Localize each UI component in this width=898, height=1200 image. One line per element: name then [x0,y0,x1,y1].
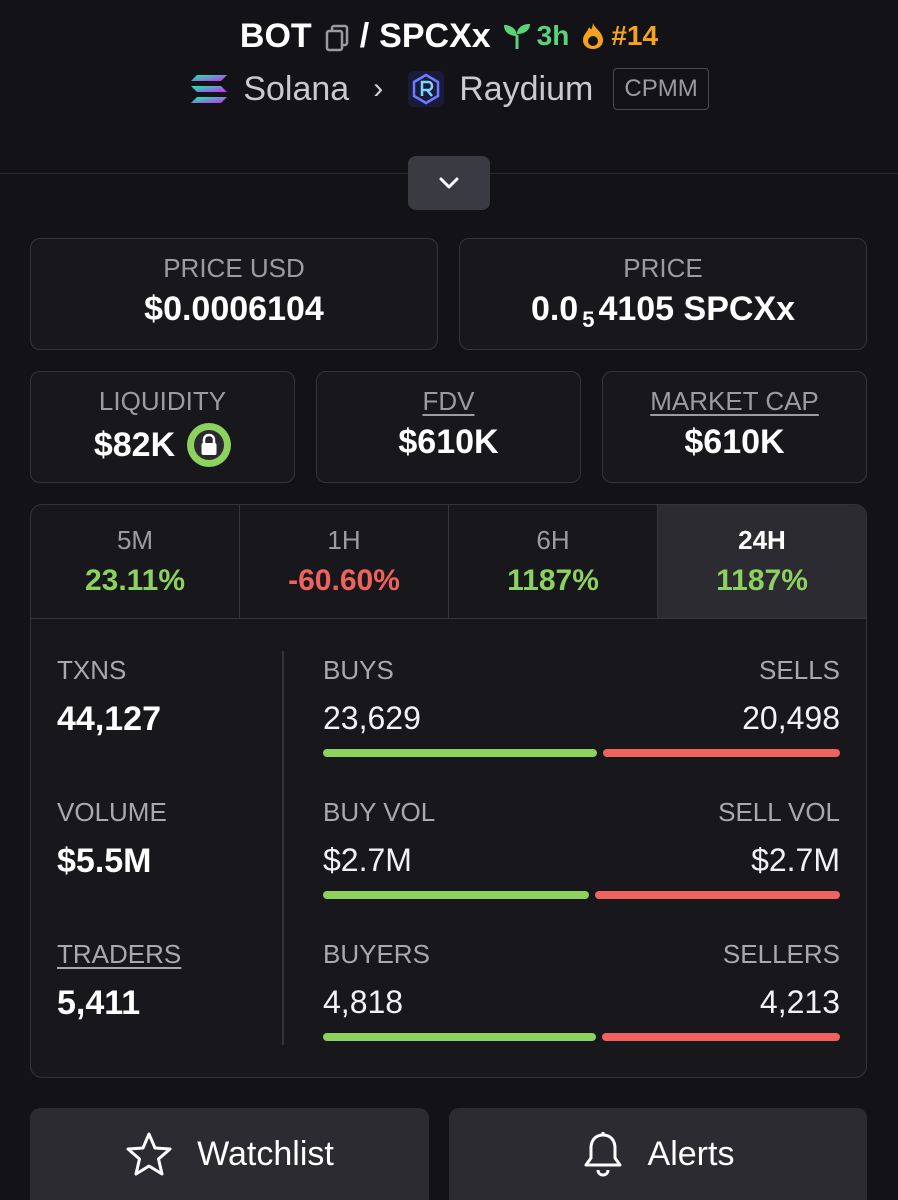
traders-value: 5,411 [57,984,141,1022]
alerts-label: Alerts [647,1134,735,1173]
bell-icon [584,1132,622,1177]
txns-value: 44,127 [57,700,161,738]
price-usd-card: PRICE USD $0.0006104 [30,238,438,350]
buyers-value: 4,818 [323,984,404,1020]
tab-change: 1187% [716,564,808,597]
tab-5m[interactable]: 5M 23.11% [31,505,240,618]
tab-label: 1H [327,525,361,555]
buys-sells-bar [323,749,840,757]
buy-vol-value: $2.7M [323,842,412,878]
timeframe-tabs: 5M 23.11% 1H -60.60% 6H 1187% 24H 1187% [31,505,866,619]
buy-vol-label: BUY VOL [323,797,436,827]
buyers-bar [323,1033,596,1041]
price-native-card: PRICE 0.0 5 4105 SPCXx [459,238,867,350]
market-cap-value: $610K [684,423,785,461]
pool-type-badge: CPMM [613,68,709,110]
buyers-sellers-row: BUYERS SELLERS 4,818 4,213 [323,939,840,1077]
fdv-value: $610K [398,423,499,461]
buys-sells-row: BUYS SELLS 23,629 20,498 [323,655,840,797]
totals-column: TXNS 44,127 VOLUME $5.5M TRADERS 5,411 [57,655,277,1077]
volume-stat: VOLUME $5.5M [57,797,277,939]
price-native-zero-count: 5 [582,306,595,332]
star-icon [126,1132,172,1176]
copy-icon[interactable] [324,22,350,52]
sell-vol-label: SELL VOL [718,797,840,827]
quote-token-symbol[interactable]: SPCXx [379,17,491,56]
dex-name[interactable]: Raydium [459,70,593,109]
liquidity-label: LIQUIDITY [98,386,227,416]
sell-vol-value: $2.7M [751,842,840,878]
alerts-button[interactable]: Alerts [449,1108,867,1200]
sells-label: SELLS [759,655,840,685]
tab-label: 6H [536,525,570,555]
column-divider [282,651,284,1045]
sells-bar [603,749,840,757]
tab-label: 24H [738,525,786,555]
traders-label[interactable]: TRADERS [57,939,277,970]
raydium-icon [408,71,445,107]
pair-age: 3h [501,20,570,52]
tab-1h[interactable]: 1H -60.60% [240,505,449,618]
buyers-sellers-bar [323,1033,840,1041]
tab-change: 1187% [507,564,599,597]
chain-dex-row: Solana › Raydium CPMM [0,66,898,112]
solana-icon [191,75,228,103]
price-native-value: 0.0 5 4105 SPCXx [460,290,866,332]
market-cap-card: MARKET CAP $610K [602,371,867,483]
price-native-prefix: 0.0 [530,290,579,328]
sellers-value: 4,213 [759,984,840,1020]
base-token-symbol[interactable]: BOT [240,17,312,56]
buy-sell-column: BUYS SELLS 23,629 20,498 BUY VOL SELL VO… [323,655,840,1077]
tab-change: -60.60% [288,564,400,597]
tab-label: 5M [116,525,154,555]
chain-name[interactable]: Solana [243,70,349,109]
sell-vol-bar [595,891,840,899]
pair-title-row: BOT / SPCXx 3h #14 [0,14,898,58]
tab-24h[interactable]: 24H 1187% [658,505,866,618]
sellers-label: SELLERS [722,939,840,969]
chevron-right-icon: › [373,72,384,105]
trending-rank[interactable]: #14 [579,20,658,52]
pair-separator: / [359,16,370,55]
traders-stat: TRADERS 5,411 [57,939,277,1077]
expand-button[interactable] [408,156,490,210]
market-cap-label[interactable]: MARKET CAP [603,386,866,417]
txns-stat: TXNS 44,127 [57,655,277,797]
sellers-bar [602,1033,840,1041]
watchlist-button[interactable]: Watchlist [30,1108,429,1200]
price-native-suffix: 4105 SPCXx [598,290,796,328]
price-usd-label: PRICE USD [163,253,305,283]
buyers-label: BUYERS [323,939,430,969]
tab-6h[interactable]: 6H 1187% [449,505,658,618]
buys-value: 23,629 [323,700,421,736]
volume-label: VOLUME [57,797,167,827]
watchlist-label: Watchlist [197,1134,334,1173]
fdv-label[interactable]: FDV [317,386,580,417]
lock-icon[interactable] [187,423,232,467]
buy-vol-bar [323,891,589,899]
price-usd-value: $0.0006104 [144,290,324,328]
stats-panel: 5M 23.11% 1H -60.60% 6H 1187% 24H 1187% … [30,504,867,1078]
pair-header: BOT / SPCXx 3h #14 Solana › Raydium CPMM [0,0,898,174]
sprout-icon [503,24,530,49]
liquidity-value: $82K [93,425,176,464]
liquidity-card: LIQUIDITY $82K [30,371,295,483]
volume-value: $5.5M [57,842,152,880]
buys-bar [323,749,597,757]
trending-rank-text: #14 [611,20,659,51]
volume-split-row: BUY VOL SELL VOL $2.7M $2.7M [323,797,840,939]
txns-label: TXNS [57,655,127,685]
flame-icon [583,23,604,49]
buys-label: BUYS [323,655,394,685]
sells-value: 20,498 [742,700,840,736]
pair-age-text: 3h [536,20,570,51]
chevron-down-icon [439,177,459,189]
tab-change: 23.11% [84,564,186,597]
price-native-label: PRICE [623,253,703,283]
volume-split-bar [323,891,840,899]
fdv-card: FDV $610K [316,371,581,483]
